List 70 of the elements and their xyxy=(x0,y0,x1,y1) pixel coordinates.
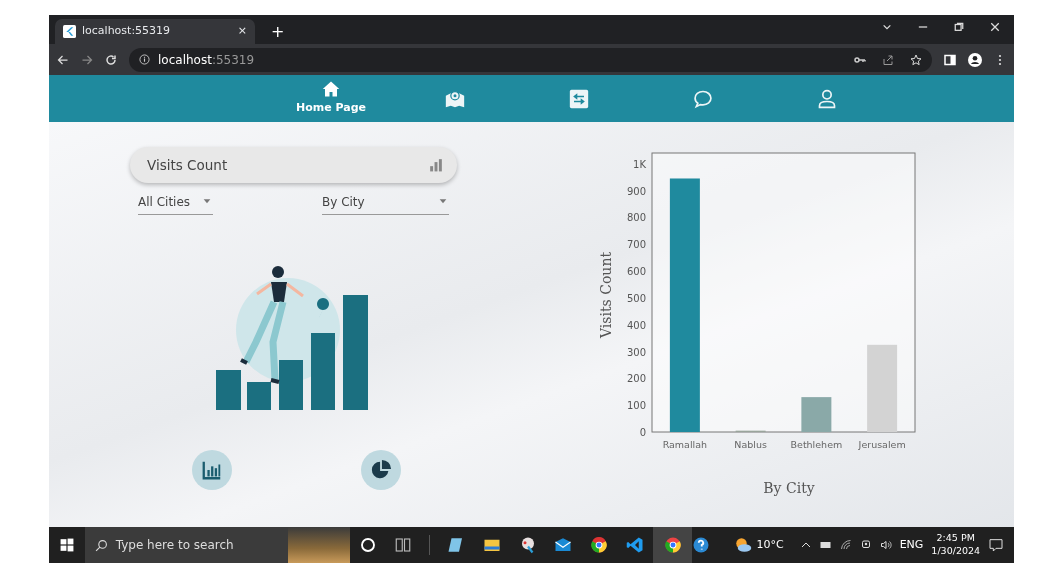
category-label: Bethlehem xyxy=(790,439,843,450)
app-logo-icon xyxy=(63,25,76,38)
category-label: Nablus xyxy=(734,439,767,450)
search-highlight-picture xyxy=(288,527,350,563)
chat-icon xyxy=(693,88,713,109)
language-indicator[interactable]: ENG xyxy=(899,536,924,554)
info-icon[interactable] xyxy=(139,54,150,65)
caret-icon xyxy=(437,198,449,206)
tab-close-button[interactable]: × xyxy=(237,23,247,40)
dropdown[interactable]: All Cities xyxy=(138,191,213,215)
browser-tab[interactable]: localhost:55319 × xyxy=(55,19,255,44)
axis-tick-label: 200 xyxy=(626,373,646,385)
axis-tick-label: 400 xyxy=(626,319,646,331)
restore-icon[interactable] xyxy=(954,21,964,32)
axis-tick-label: 100 xyxy=(626,400,646,412)
new-tab-button[interactable]: + xyxy=(271,20,285,44)
user-icon xyxy=(817,88,837,109)
code-editor-icon[interactable] xyxy=(625,536,644,554)
side-panel-icon[interactable] xyxy=(944,53,956,66)
bar xyxy=(801,397,832,432)
axis-tick-label: 700 xyxy=(626,239,646,251)
axis-tick-label: 0 xyxy=(639,427,646,438)
battery-icon[interactable] xyxy=(819,539,832,551)
speaker-icon[interactable] xyxy=(879,539,892,551)
bar-chart-icon xyxy=(201,459,223,481)
task-view-icon[interactable] xyxy=(394,536,413,554)
search-icon xyxy=(94,538,108,552)
taskbar-search-field[interactable]: Type here to search xyxy=(84,527,289,563)
tab-title: localhost:55319 xyxy=(82,23,171,40)
card-title: Visits Count xyxy=(147,155,228,175)
profile-icon[interactable] xyxy=(968,52,982,67)
clock-display[interactable]: 2:45 PM 1/30/2024 xyxy=(931,532,981,558)
axis-tick-label: 300 xyxy=(626,346,646,358)
help-icon[interactable] xyxy=(692,536,711,554)
weather-text: 10°C xyxy=(756,536,784,553)
chart-type-button[interactable] xyxy=(192,450,232,490)
forward-icon[interactable] xyxy=(81,53,93,66)
map-pin-icon xyxy=(445,88,465,109)
back-icon[interactable] xyxy=(57,53,69,66)
bar-chart-icon xyxy=(429,158,443,172)
axis-tick-label: 900 xyxy=(626,185,646,197)
share-icon[interactable] xyxy=(882,53,894,66)
category-label: Jerusalem xyxy=(858,439,906,450)
address-field[interactable]: localhost:55319 xyxy=(158,50,255,69)
nav-tab[interactable]: Home Page xyxy=(269,80,393,117)
axis-tick-label: 1K xyxy=(633,158,646,170)
close-icon[interactable] xyxy=(990,21,1000,32)
axis-tick-label: 600 xyxy=(626,266,646,278)
dropdown[interactable]: By City xyxy=(322,191,449,215)
chart-type-button[interactable] xyxy=(361,450,401,490)
exchange-icon xyxy=(569,88,589,109)
circle-icon[interactable] xyxy=(358,536,377,554)
star-icon[interactable] xyxy=(910,53,922,66)
y-axis-title: Visits Count xyxy=(598,251,614,339)
caret-icon xyxy=(201,198,213,206)
pie-chart-icon xyxy=(370,459,392,481)
reload-icon[interactable] xyxy=(105,53,117,66)
x-axis-title: By City xyxy=(763,480,815,496)
webcam-icon[interactable] xyxy=(859,539,872,551)
notification-icon[interactable] xyxy=(988,537,1005,553)
mail-icon[interactable] xyxy=(554,536,573,554)
browser-icon[interactable] xyxy=(663,536,682,554)
category-label: Ramallah xyxy=(662,439,708,450)
browser-icon[interactable] xyxy=(590,536,609,554)
home-icon xyxy=(322,80,340,99)
axis-tick-label: 500 xyxy=(626,292,646,304)
weather-icon xyxy=(734,536,753,554)
wifi-icon[interactable] xyxy=(839,539,852,551)
axis-tick-label: 800 xyxy=(626,212,646,224)
start-icon[interactable] xyxy=(59,538,74,552)
